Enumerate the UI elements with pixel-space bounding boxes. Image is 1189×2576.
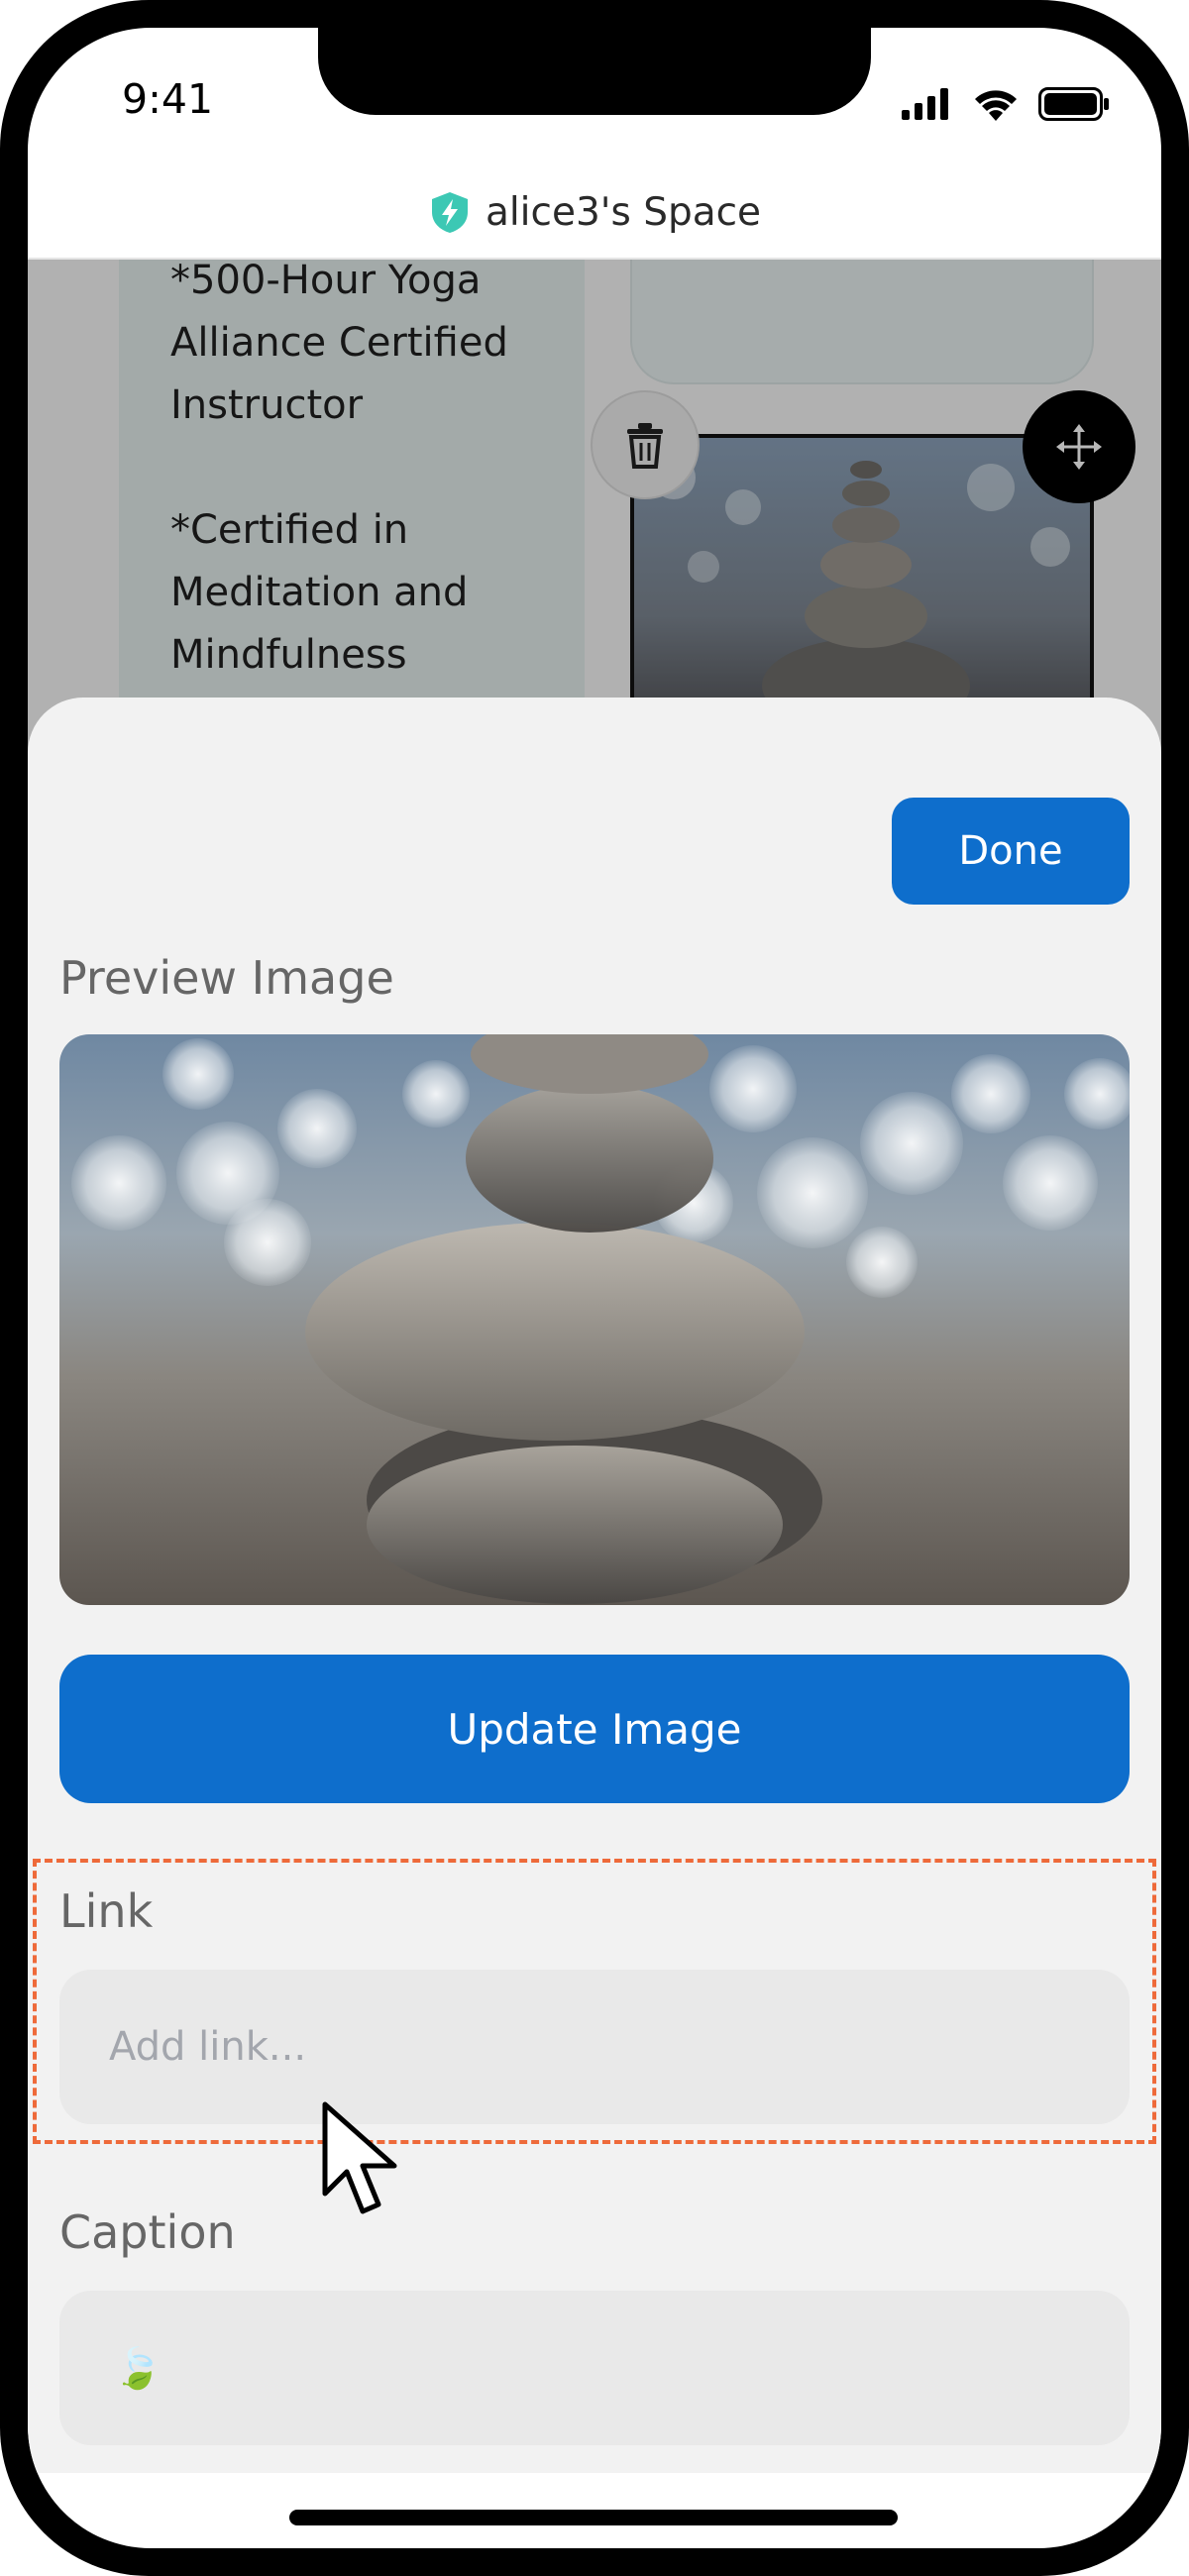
app-title: alice3's Space bbox=[485, 189, 762, 235]
home-indicator bbox=[289, 2510, 898, 2525]
link-label: Link bbox=[59, 1884, 154, 1938]
preview-image-label: Preview Image bbox=[59, 951, 394, 1005]
edit-image-sheet: Done Preview Image Update Image Link Add… bbox=[28, 698, 1161, 2473]
caption-value: 🍃 bbox=[113, 2345, 162, 2392]
screen: 9:41 alice3's Space *500-Hour Yoga Allia… bbox=[28, 28, 1161, 2548]
notch bbox=[318, 28, 871, 115]
caption-label: Caption bbox=[59, 2205, 236, 2259]
update-image-button[interactable]: Update Image bbox=[59, 1655, 1130, 1803]
status-icons bbox=[902, 87, 1110, 121]
battery-icon bbox=[1038, 87, 1109, 121]
cursor-icon bbox=[322, 2101, 397, 2214]
caption-input[interactable]: 🍃 bbox=[59, 2291, 1130, 2445]
wifi-icon bbox=[975, 90, 1017, 121]
link-input[interactable] bbox=[59, 1970, 1130, 2124]
preview-image bbox=[59, 1034, 1130, 1605]
status-time: 9:41 bbox=[122, 75, 214, 123]
shield-bolt-icon bbox=[431, 192, 468, 233]
signal-icon bbox=[902, 88, 948, 120]
stacked-stones-image bbox=[59, 1034, 1130, 1605]
phone-frame: 9:41 alice3's Space *500-Hour Yoga Allia… bbox=[0, 0, 1189, 2576]
app-header: alice3's Space bbox=[28, 166, 1161, 260]
done-button[interactable]: Done bbox=[892, 798, 1130, 905]
